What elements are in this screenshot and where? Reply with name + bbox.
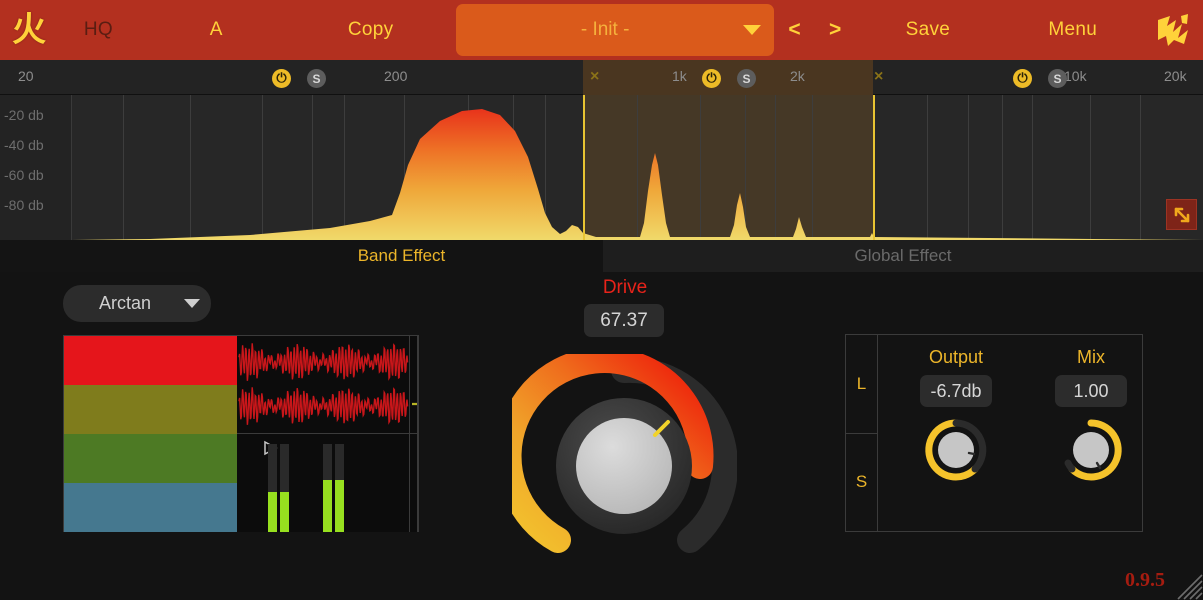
output-mix-body: Output -6.7db Mix 1.00: [878, 335, 1142, 531]
preset-name-label: - Init -: [580, 19, 630, 40]
power-icon: ⏻: [276, 71, 287, 86]
power-button-band-2[interactable]: ⏻: [702, 69, 721, 88]
waveform-oscilloscope: [237, 336, 410, 434]
preset-prev-button[interactable]: <: [774, 0, 815, 60]
distortion-type-label: Arctan: [98, 293, 152, 313]
transfer-curve-display: [410, 336, 418, 434]
preset-dropdown[interactable]: - Init -: [455, 4, 775, 56]
color-seg-3[interactable]: [64, 434, 237, 483]
ms-mode-button[interactable]: S: [846, 432, 877, 532]
plugin-window: 火 HQ A Copy - Init - < > Save Menu 20 200…: [0, 0, 1203, 600]
ruler-tick-2k: 2k: [790, 68, 805, 84]
ruler-tick-10k: 10k: [1064, 68, 1087, 84]
power-icon: ⏻: [706, 71, 717, 86]
close-band-2[interactable]: ×: [590, 68, 599, 86]
menu-button[interactable]: Menu: [1000, 0, 1145, 60]
band-divider-1[interactable]: [583, 95, 585, 240]
chevron-down-icon: [173, 299, 211, 308]
ab-state-button[interactable]: A: [139, 0, 293, 60]
ruler-tick-1k: 1k: [672, 68, 687, 84]
output-label: Output: [928, 347, 984, 367]
output-mix-panel: L S Output -6.7db Mix 1.00: [845, 334, 1143, 532]
mix-knob[interactable]: [1058, 417, 1124, 483]
version-label: 0.9.5: [1125, 569, 1165, 591]
db-scale-column: -20 db -40 db -60 db -80 db: [0, 95, 72, 240]
db-label: -80 db: [4, 197, 44, 213]
frequency-ruler[interactable]: 20 200 1k 2k 10k 20k ⏻ S ⏻ S ⏻ S × ×: [0, 60, 1203, 95]
hq-button[interactable]: HQ: [58, 0, 139, 60]
save-button[interactable]: Save: [856, 0, 1001, 60]
ruler-tick-20: 20: [18, 68, 34, 84]
distortion-type-dropdown[interactable]: Arctan: [63, 285, 211, 322]
effect-tabs: Band Effect Global Effect: [0, 240, 1203, 272]
chevron-down-icon: [730, 25, 774, 35]
output-knob[interactable]: [923, 417, 989, 483]
db-label: -40 db: [4, 137, 44, 153]
power-button-band-1[interactable]: ⏻: [272, 69, 291, 88]
color-seg-1[interactable]: [64, 336, 237, 385]
tab-global-effect[interactable]: Global Effect: [603, 240, 1203, 272]
db-label: -20 db: [4, 107, 44, 123]
ruler-selected-band-highlight: [583, 60, 873, 95]
phoenix-icon[interactable]: [1145, 0, 1203, 60]
preset-next-button[interactable]: >: [815, 0, 856, 60]
band-effect-panel: Arctan Drive 67.37 L S Output -6.7db Mix…: [0, 272, 1203, 600]
mix-label: Mix: [1077, 347, 1105, 367]
output-value-field[interactable]: -6.7db: [920, 375, 992, 407]
copy-button[interactable]: Copy: [293, 0, 447, 60]
spectrum-analyzer[interactable]: -20 db -40 db -60 db -80 db: [0, 95, 1203, 240]
solo-button-band-1[interactable]: S: [307, 69, 326, 88]
power-icon: ⏻: [1017, 71, 1028, 86]
band-color-strip[interactable]: [64, 336, 237, 532]
resize-grip-icon[interactable]: [1175, 572, 1203, 600]
ruler-tick-20k: 20k: [1164, 68, 1187, 84]
mini-spectrum-display: [410, 434, 418, 532]
expand-diagonal-icon[interactable]: [1166, 199, 1197, 230]
drive-label: Drive: [602, 277, 648, 298]
band-divider-2[interactable]: [873, 95, 875, 240]
drive-knob[interactable]: [495, 347, 738, 582]
power-button-band-3[interactable]: ⏻: [1013, 69, 1032, 88]
db-label: -60 db: [4, 167, 44, 183]
color-seg-4[interactable]: [64, 483, 237, 532]
fire-logo-icon: 火: [11, 10, 46, 50]
tab-band-effect[interactable]: Band Effect: [200, 240, 603, 272]
spectrum-curve: [72, 109, 1203, 240]
close-band-3[interactable]: ×: [874, 68, 883, 86]
lr-mode-button[interactable]: L: [846, 335, 877, 433]
solo-button-band-3[interactable]: S: [1048, 69, 1067, 88]
ruler-tick-200: 200: [384, 68, 408, 84]
color-seg-2[interactable]: [64, 385, 237, 434]
visualizer-grid: [63, 335, 419, 532]
header-bar: 火 HQ A Copy - Init - < > Save Menu: [0, 0, 1203, 60]
level-meters: [237, 434, 410, 532]
drive-value-field[interactable]: 67.37: [584, 304, 664, 337]
solo-button-band-2[interactable]: S: [737, 69, 756, 88]
channel-mode-column: L S: [846, 335, 878, 531]
mix-value-field[interactable]: 1.00: [1055, 375, 1127, 407]
